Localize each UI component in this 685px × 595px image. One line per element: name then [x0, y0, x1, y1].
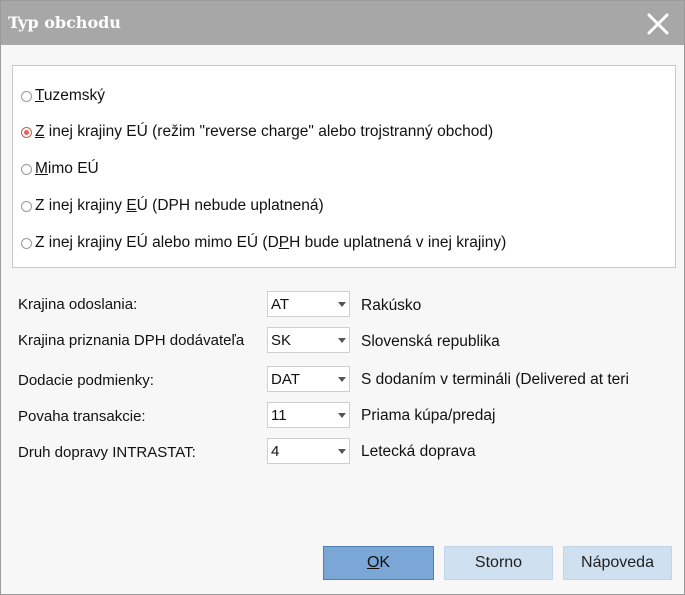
radio-option-mimo-eu[interactable]: Mimo EÚ	[21, 158, 99, 180]
chevron-down-icon[interactable]	[338, 302, 346, 307]
radio-button-selected[interactable]	[21, 126, 32, 138]
radio-option-z-inej-krajiny-eu-reverse-charge[interactable]: Z inej krajiny EÚ (režim "reverse charge…	[21, 121, 493, 143]
chevron-down-icon[interactable]	[338, 338, 346, 343]
chevron-down-icon[interactable]	[338, 449, 346, 454]
select-value: SK	[271, 332, 292, 349]
radio-button[interactable]	[21, 200, 32, 212]
trade-type-radio-group: Tuzemský Z inej krajiny EÚ (režim "rever…	[12, 65, 676, 268]
radio-label: Mimo EÚ	[35, 160, 99, 177]
radio-button[interactable]	[21, 90, 32, 102]
radio-option-tuzemsky[interactable]: Tuzemský	[21, 85, 105, 107]
title-bar: Typ obchodu	[1, 1, 684, 45]
field-label-povaha-transakcie: Povaha transakcie:	[18, 408, 146, 425]
povaha-transakcie-select[interactable]: 11	[267, 402, 350, 428]
radio-button[interactable]	[21, 237, 32, 249]
field-description-dodacie-podmienky: S dodaním v termináli (Delivered at teri	[361, 371, 629, 388]
dodacie-podmienky-select[interactable]: DAT	[267, 366, 350, 392]
select-value: AT	[271, 296, 290, 313]
field-label-dodacie-podmienky: Dodacie podmienky:	[18, 372, 154, 389]
radio-label: Tuzemský	[35, 87, 106, 104]
select-value: DAT	[271, 371, 300, 388]
radio-option-z-inej-krajiny-eu-dph-nebude[interactable]: Z inej krajiny EÚ (DPH nebude uplatnená)	[21, 195, 324, 217]
chevron-down-icon[interactable]	[338, 377, 346, 382]
field-label-druh-dopravy-intrastat: Druh dopravy INTRASTAT:	[18, 444, 196, 461]
ok-button-label: OK	[366, 554, 391, 571]
radio-label: Z inej krajiny EÚ (režim "reverse charge…	[35, 123, 494, 140]
krajina-odoslania-select[interactable]: AT	[267, 291, 350, 317]
krajina-priznania-dph-select[interactable]: SK	[267, 327, 350, 353]
field-label-krajina-odoslania: Krajina odoslania:	[18, 296, 138, 313]
dialog-title: Typ obchodu	[8, 13, 121, 32]
trade-type-dialog: Typ obchodu Tuzemský Z inej krajiny EÚ (…	[0, 0, 685, 595]
field-description-povaha-transakcie: Priama kúpa/predaj	[361, 407, 496, 424]
napoveda-button[interactable]: Nápoveda	[563, 546, 672, 580]
radio-button[interactable]	[21, 163, 32, 175]
close-icon[interactable]	[641, 8, 675, 40]
field-description-krajina-odoslania: Rakúsko	[361, 297, 422, 314]
field-label-krajina-priznania-dph: Krajina priznania DPH dodávateľa	[18, 332, 245, 349]
radio-label: Z inej krajiny EÚ alebo mimo EÚ (DPH bud…	[35, 234, 507, 251]
druh-dopravy-intrastat-select[interactable]: 4	[267, 438, 350, 464]
select-value: 4	[271, 443, 280, 460]
radio-label: Z inej krajiny EÚ (DPH nebude uplatnená)	[35, 197, 324, 214]
ok-button[interactable]: OK	[323, 546, 434, 580]
field-description-druh-dopravy-intrastat: Letecká doprava	[361, 443, 476, 460]
field-description-krajina-priznania-dph: Slovenská republika	[361, 333, 500, 350]
storno-button[interactable]: Storno	[444, 546, 553, 580]
select-value: 11	[271, 407, 287, 424]
chevron-down-icon[interactable]	[338, 413, 346, 418]
radio-option-z-inej-krajiny-eu-alebo-mimo-eu[interactable]: Z inej krajiny EÚ alebo mimo EÚ (DPH bud…	[21, 232, 506, 254]
